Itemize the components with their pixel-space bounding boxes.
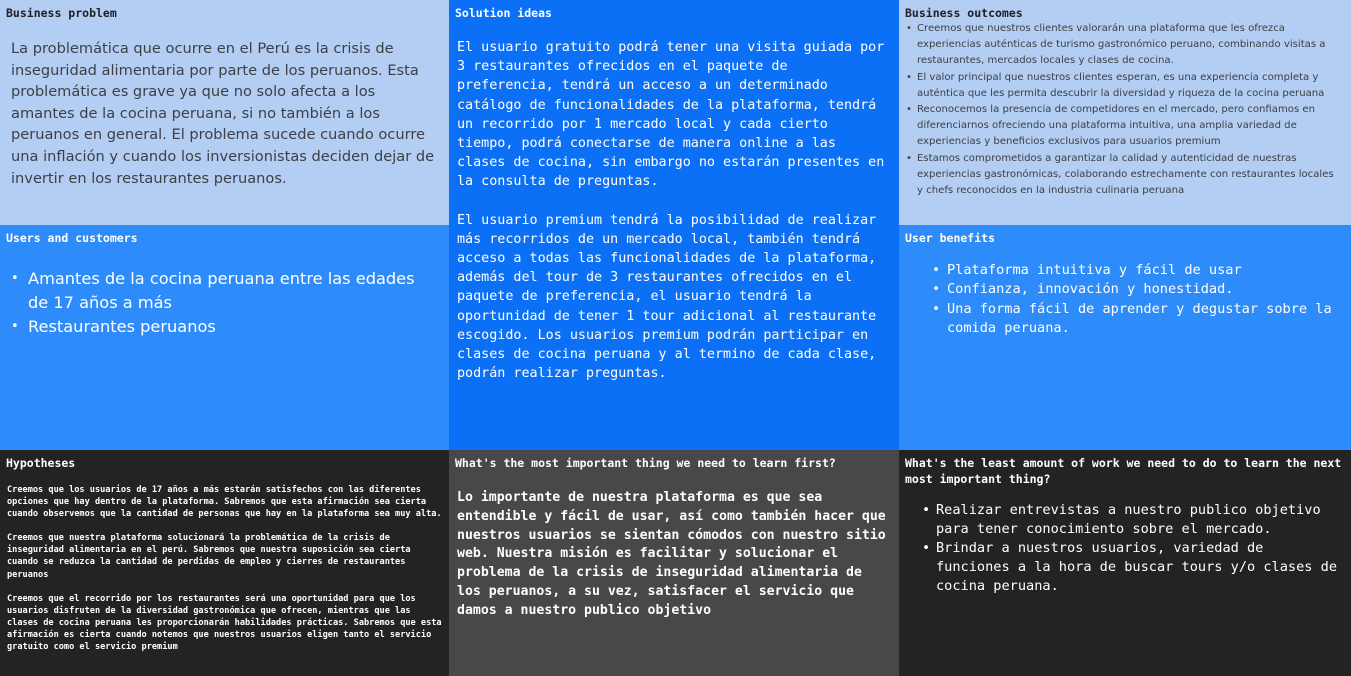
- business-problem-section[interactable]: Business problem La problemática que ocu…: [0, 0, 449, 225]
- business-outcomes-title: Business outcomes: [905, 6, 1023, 20]
- list-item: El valor principal que nuestros clientes…: [906, 70, 1341, 102]
- user-benefits-list: Plataforma intuitiva y fácil de usar Con…: [899, 246, 1351, 339]
- most-important-text: Lo importante de nuestra plataforma es q…: [457, 490, 886, 618]
- business-outcomes-section[interactable]: Business outcomes Creemos que nuestros c…: [899, 0, 1351, 225]
- list-item: Confianza, innovación y honestidad.: [932, 280, 1341, 300]
- users-and-customers-list: Amantes de la cocina peruana entre las e…: [0, 246, 449, 339]
- lean-ux-canvas: Business problem La problemática que ocu…: [0, 0, 1351, 676]
- list-item: Plataforma intuitiva y fácil de usar: [932, 261, 1341, 281]
- user-benefits-title: User benefits: [905, 231, 996, 245]
- solution-ideas-free-paragraph: El usuario gratuito podrá tener una visi…: [457, 40, 885, 190]
- list-item: Estamos comprometidos a garantizar la ca…: [906, 151, 1341, 200]
- least-work-title: What's the least amount of work we need …: [905, 456, 1342, 486]
- solution-ideas-title: Solution ideas: [455, 6, 552, 20]
- list-item: Amantes de la cocina peruana entre las e…: [11, 267, 433, 315]
- solution-ideas-premium-paragraph: El usuario premium tendrá la posibilidad…: [457, 212, 877, 382]
- list-item: Creemos que nuestros clientes valorarán …: [906, 21, 1341, 70]
- business-outcomes-list: Creemos que nuestros clientes valorarán …: [899, 21, 1351, 199]
- list-item: Reconocemos la presencia de competidores…: [906, 102, 1341, 151]
- hypothesis-paragraph: Creemos que el recorrido por los restaur…: [7, 593, 442, 653]
- list-item: Brindar a nuestros usuarios, variedad de…: [922, 539, 1339, 596]
- list-item: Realizar entrevistas a nuestro publico o…: [922, 501, 1339, 539]
- most-important-title: What's the most important thing we need …: [455, 456, 836, 470]
- user-benefits-section[interactable]: User benefits Plataforma intuitiva y fác…: [899, 225, 1351, 450]
- hypothesis-paragraph: Creemos que nuestra plataforma soluciona…: [7, 533, 411, 580]
- least-work-list: Realizar entrevistas a nuestro publico o…: [899, 487, 1351, 596]
- solution-ideas-section[interactable]: Solution ideas El usuario gratuito podrá…: [449, 0, 899, 450]
- hypotheses-text: Creemos que los usuarios de 17 años a má…: [0, 471, 449, 653]
- business-problem-text: La problemática que ocurre en el Perú es…: [11, 40, 435, 187]
- least-work-section[interactable]: What's the least amount of work we need …: [899, 450, 1351, 676]
- users-and-customers-title: Users and customers: [6, 231, 138, 245]
- hypothesis-paragraph: Creemos que los usuarios de 17 años a má…: [7, 485, 442, 520]
- list-item: Restaurantes peruanos: [11, 315, 433, 339]
- solution-ideas-text: El usuario gratuito podrá tener una visi…: [449, 21, 899, 383]
- business-problem-title: Business problem: [6, 6, 117, 20]
- hypotheses-section[interactable]: Hypotheses Creemos que los usuarios de 1…: [0, 450, 449, 676]
- users-and-customers-section[interactable]: Users and customers Amantes de la cocina…: [0, 225, 449, 450]
- most-important-section[interactable]: What's the most important thing we need …: [449, 450, 899, 676]
- list-item: Una forma fácil de aprender y degustar s…: [932, 300, 1341, 339]
- hypotheses-title: Hypotheses: [6, 456, 76, 470]
